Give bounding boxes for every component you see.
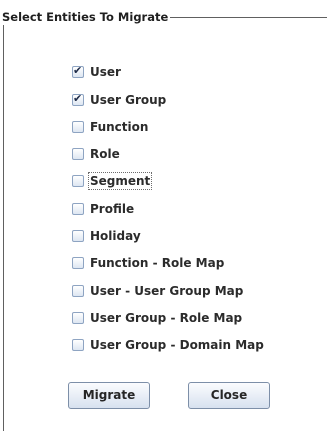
- option-user-user-group-map[interactable]: User - User Group Map: [72, 282, 244, 300]
- option-profile[interactable]: Profile: [72, 200, 135, 218]
- option-role[interactable]: Role: [72, 145, 121, 163]
- option-user-group-domain-map[interactable]: User Group - Domain Map: [72, 336, 265, 354]
- migrate-button-label: Migrate: [82, 388, 136, 402]
- option-function-role-map[interactable]: Function - Role Map: [72, 254, 225, 272]
- role-checkbox[interactable]: [72, 148, 84, 160]
- close-button[interactable]: Close: [188, 382, 270, 409]
- holiday-checkbox[interactable]: [72, 230, 84, 242]
- option-user[interactable]: ✔ User: [72, 63, 122, 81]
- option-label: User - User Group Map: [90, 284, 244, 298]
- segment-checkbox[interactable]: [72, 175, 84, 187]
- option-user-group-role-map[interactable]: User Group - Role Map: [72, 309, 243, 327]
- user-checkbox[interactable]: ✔: [72, 64, 84, 78]
- option-label: User Group - Domain Map: [90, 338, 264, 352]
- option-label: Role: [90, 147, 120, 161]
- function-checkbox[interactable]: [72, 121, 84, 133]
- user-group-checkbox[interactable]: ✔: [72, 92, 84, 106]
- migrate-entities-panel: Select Entities To Migrate ✔ User ✔ User…: [0, 0, 336, 442]
- option-label: User Group: [90, 93, 167, 107]
- check-mark-icon: ✔: [73, 92, 83, 105]
- option-holiday[interactable]: Holiday: [72, 227, 142, 245]
- entities-group-box: [3, 17, 327, 431]
- migrate-button[interactable]: Migrate: [68, 382, 150, 409]
- option-user-group[interactable]: ✔ User Group: [72, 91, 167, 109]
- option-label: Function - Role Map: [90, 256, 225, 270]
- option-label: User Group - Role Map: [90, 311, 243, 325]
- close-button-label: Close: [210, 388, 248, 402]
- user-user-group-map-checkbox[interactable]: [72, 285, 84, 297]
- option-segment[interactable]: Segment: [72, 172, 153, 190]
- option-label: User: [90, 65, 121, 79]
- option-label: Holiday: [90, 229, 141, 243]
- group-box-title: Select Entities To Migrate: [2, 9, 171, 25]
- function-role-map-checkbox[interactable]: [72, 257, 84, 269]
- option-label: Profile: [90, 202, 135, 216]
- option-function[interactable]: Function: [72, 118, 149, 136]
- option-label: Segment: [87, 172, 153, 190]
- check-mark-icon: ✔: [73, 64, 83, 77]
- profile-checkbox[interactable]: [72, 203, 84, 215]
- user-group-domain-map-checkbox[interactable]: [72, 339, 84, 351]
- user-group-role-map-checkbox[interactable]: [72, 312, 84, 324]
- option-label: Function: [90, 120, 149, 134]
